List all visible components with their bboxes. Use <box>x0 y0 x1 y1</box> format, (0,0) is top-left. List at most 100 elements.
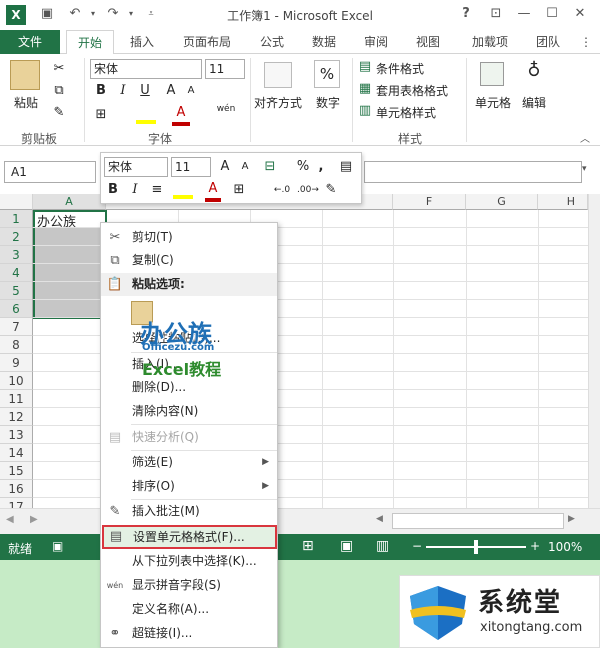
copy-icon[interactable]: ⧉ <box>50 82 68 100</box>
row-header[interactable]: 3 <box>0 246 33 264</box>
row-header[interactable]: 7 <box>0 318 33 336</box>
zoom-slider-thumb[interactable] <box>474 540 478 554</box>
page-layout-view-icon[interactable]: ▣ <box>340 538 353 554</box>
zoom-level[interactable]: 100% <box>548 540 582 554</box>
mini-fill-color-icon[interactable] <box>173 183 193 199</box>
page-break-view-icon[interactable]: ▥ <box>376 538 389 554</box>
collapse-ribbon-icon[interactable]: ︿ <box>580 130 590 145</box>
worksheet-grid[interactable]: A F G H 1 2 3 4 5 6 7 8 9 10 11 12 13 14 15 16 17 办公族 <box>0 194 588 508</box>
increase-font-icon[interactable]: A <box>162 82 180 100</box>
column-header-g[interactable]: G <box>466 194 538 210</box>
tab-team[interactable]: 团队 <box>528 30 568 54</box>
menu-item-hyperlink[interactable]: ⚭ 超链接(I)... <box>101 622 277 645</box>
row-header[interactable]: 11 <box>0 390 33 408</box>
menu-item-clear-contents[interactable]: 清除内容(N) <box>101 400 277 423</box>
editing-button[interactable]: 编辑 <box>516 94 552 111</box>
number-format-icon[interactable]: % <box>314 60 340 88</box>
close-icon[interactable]: ✕ <box>570 4 590 24</box>
mini-bold-button[interactable]: B <box>105 181 121 199</box>
row-header[interactable]: 6 <box>0 300 33 318</box>
row-header[interactable]: 2 <box>0 228 33 246</box>
cells-icon[interactable] <box>480 62 504 86</box>
help-button[interactable]: ? <box>456 4 476 24</box>
italic-button[interactable]: I <box>114 82 132 100</box>
row-header[interactable]: 9 <box>0 354 33 372</box>
decrease-font-icon[interactable]: A <box>182 82 200 100</box>
menu-item-cut[interactable]: ✂ 剪切(T) <box>101 226 277 249</box>
cell-styles-button[interactable]: 单元格样式 <box>376 104 436 121</box>
mini-border-icon[interactable]: ⊞ <box>231 181 247 199</box>
border-icon[interactable]: ⊞ <box>92 106 110 124</box>
mini-percent-button[interactable]: % <box>295 158 311 176</box>
tab-home[interactable]: 开始 <box>66 30 114 55</box>
tab-file[interactable]: 文件 <box>0 30 60 54</box>
fill-color-icon[interactable] <box>136 108 156 124</box>
mini-number-format-icon[interactable]: ⊟ <box>261 158 279 176</box>
alignment-icon[interactable] <box>264 62 292 88</box>
row-header[interactable]: 17 <box>0 498 33 508</box>
name-box[interactable]: A1 <box>4 161 96 183</box>
column-header-f[interactable]: F <box>393 194 466 210</box>
tab-page-layout[interactable]: 页面布局 <box>174 30 240 54</box>
menu-item-filter[interactable]: 筛选(E) ▶ <box>101 451 277 474</box>
mini-font-size[interactable]: 11 <box>171 157 211 177</box>
prev-sheet-icon[interactable]: ◀ <box>6 514 14 525</box>
expand-formula-icon[interactable]: ▾ <box>582 164 587 174</box>
ribbon-display-icon[interactable]: ⊡ <box>486 4 506 24</box>
row-header[interactable]: 1 <box>0 210 33 228</box>
mini-brush-icon[interactable]: ✎ <box>323 181 339 199</box>
tab-view[interactable]: 视图 <box>408 30 448 54</box>
scroll-right-icon[interactable]: ▶ <box>568 514 575 524</box>
paste-button[interactable]: 粘贴 <box>6 94 46 111</box>
cut-icon[interactable]: ✂ <box>50 60 68 78</box>
tab-data[interactable]: 数据 <box>304 30 344 54</box>
maximize-icon[interactable]: ☐ <box>542 4 562 24</box>
mini-comma-button[interactable]: , <box>315 158 327 176</box>
row-header[interactable]: 13 <box>0 426 33 444</box>
conditional-format-button[interactable]: 条件格式 <box>376 60 424 77</box>
menu-item-insert-comment[interactable]: ✎ 插入批注(M) <box>101 500 277 523</box>
phonetic-button[interactable]: wén <box>214 104 238 114</box>
underline-button[interactable]: U <box>136 82 154 100</box>
tab-formulas[interactable]: 公式 <box>252 30 292 54</box>
alignment-button[interactable]: 对齐方式 <box>252 94 304 111</box>
mini-font-color-icon[interactable]: A <box>205 180 221 202</box>
font-color-icon[interactable]: A <box>172 104 190 126</box>
paste-icon[interactable] <box>10 60 40 90</box>
select-all-corner[interactable] <box>0 194 33 210</box>
vertical-scrollbar[interactable] <box>588 194 600 508</box>
tab-review[interactable]: 审阅 <box>356 30 396 54</box>
row-header[interactable]: 12 <box>0 408 33 426</box>
mini-format-painter-icon[interactable]: ▤ <box>337 158 355 176</box>
column-header-a[interactable]: A <box>33 194 106 210</box>
minimize-icon[interactable]: — <box>514 4 534 24</box>
row-header[interactable]: 14 <box>0 444 33 462</box>
menu-item-define-name[interactable]: 定义名称(A)... <box>101 598 277 621</box>
row-header[interactable]: 10 <box>0 372 33 390</box>
formula-input[interactable] <box>364 161 582 183</box>
horizontal-scrollbar[interactable] <box>392 513 564 529</box>
format-painter-icon[interactable]: ✎ <box>50 104 68 122</box>
mini-font-name[interactable]: 宋体 <box>104 157 168 177</box>
cells-button[interactable]: 单元格 <box>470 94 516 111</box>
normal-view-icon[interactable]: ⊞ <box>302 538 314 554</box>
font-size-box[interactable]: 11 <box>205 59 245 79</box>
font-name-box[interactable]: 宋体 <box>90 59 202 79</box>
menu-item-sort[interactable]: 排序(O) ▶ <box>101 475 277 498</box>
row-header[interactable]: 4 <box>0 264 33 282</box>
row-header[interactable]: 16 <box>0 480 33 498</box>
macro-record-icon[interactable]: ▣ <box>52 539 63 553</box>
menu-item-copy[interactable]: ⧉ 复制(C) <box>101 249 277 272</box>
mini-align-icon[interactable]: ≡ <box>149 181 165 199</box>
zoom-in-button[interactable]: + <box>530 539 540 553</box>
menu-item-format-cells[interactable]: ▤ 设置单元格格式(F)... <box>102 525 277 549</box>
mini-increase-font-icon[interactable]: A <box>217 158 233 176</box>
menu-item-pick-from-list[interactable]: 从下拉列表中选择(K)... <box>101 550 277 573</box>
menu-item-show-phonetic[interactable]: wén 显示拼音字段(S) <box>101 574 277 597</box>
tab-addins[interactable]: 加载项 <box>462 30 518 54</box>
row-header[interactable]: 15 <box>0 462 33 480</box>
tab-insert[interactable]: 插入 <box>122 30 162 54</box>
number-button[interactable]: 数字 <box>308 94 348 111</box>
mini-decrease-font-icon[interactable]: A <box>237 158 253 176</box>
row-header[interactable]: 5 <box>0 282 33 300</box>
